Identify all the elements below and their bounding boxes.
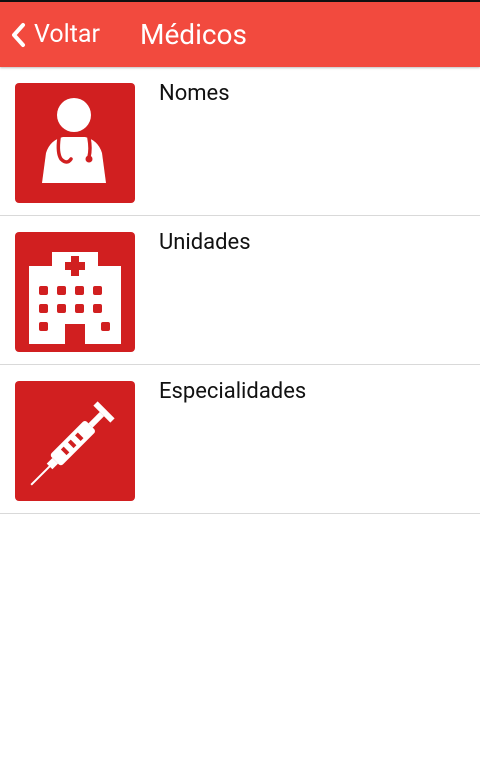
- list-item-label: Nomes: [159, 81, 230, 106]
- page-title: Médicos: [140, 18, 247, 51]
- syringe-icon: [15, 381, 135, 501]
- back-button-label: Voltar: [34, 20, 100, 49]
- list-item-label: Unidades: [159, 230, 251, 255]
- chevron-left-icon: [10, 22, 26, 48]
- back-button[interactable]: Voltar: [10, 2, 100, 67]
- list-item-nomes[interactable]: Nomes: [0, 67, 480, 216]
- list-item-label: Especialidades: [159, 379, 307, 404]
- list-item-unidades[interactable]: Unidades: [0, 216, 480, 365]
- menu-list: Nomes Unidades Especialidades: [0, 67, 480, 514]
- list-item-especialidades[interactable]: Especialidades: [0, 365, 480, 514]
- doctor-icon: [15, 83, 135, 203]
- hospital-icon: [15, 232, 135, 352]
- app-header: Voltar Médicos: [0, 2, 480, 67]
